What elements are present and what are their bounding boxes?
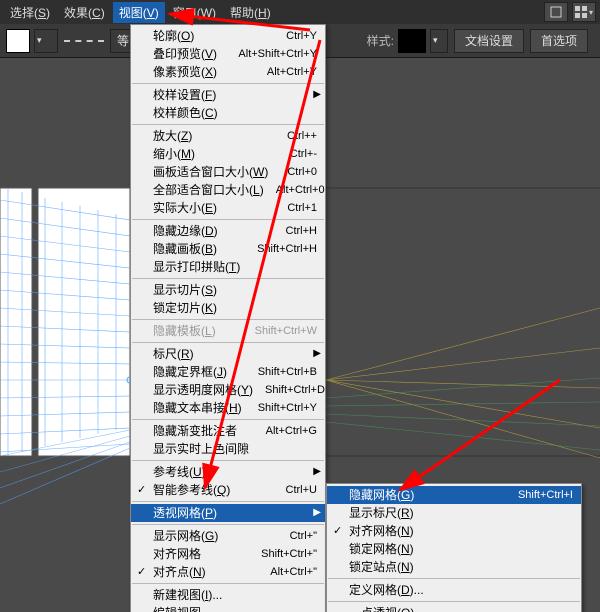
menu-item[interactable]: 隐藏边缘(D)Ctrl+H [131, 222, 325, 240]
menu-select[interactable]: 选择(S) [4, 2, 56, 23]
menu-item[interactable]: 叠印预览(V)Alt+Shift+Ctrl+Y [131, 45, 325, 63]
submenu-item[interactable]: 隐藏网格(G)Shift+Ctrl+I [327, 486, 581, 504]
submenu-item[interactable]: 锁定站点(N) [327, 558, 581, 576]
stroke-dash-preview [64, 40, 104, 42]
menu-item[interactable]: 隐藏文本串接(H)Shift+Ctrl+Y [131, 399, 325, 417]
menubar-icon-grid[interactable]: ▾ [572, 2, 596, 22]
menubar: 选择(S)效果(C)视图(V)窗口(W)帮助(H) ▾ [0, 0, 600, 24]
menu-item[interactable]: 锁定切片(K) [131, 299, 325, 317]
menu-item[interactable]: 新建视图(I)... [131, 586, 325, 604]
menu-item[interactable]: 实际大小(E)Ctrl+1 [131, 199, 325, 217]
menu-item[interactable]: 对齐网格Shift+Ctrl+" [131, 545, 325, 563]
submenu-item[interactable]: ✓对齐网格(N) [327, 522, 581, 540]
perspective-grid-submenu: 隐藏网格(G)Shift+Ctrl+I显示标尺(R)✓对齐网格(N)锁定网格(N… [326, 483, 582, 612]
style-swatch[interactable] [398, 29, 426, 53]
menu-item[interactable]: 标尺(R)▶ [131, 345, 325, 363]
style-dropdown[interactable]: ▾ [430, 29, 448, 53]
menu-item[interactable]: 显示实时上色间隙 [131, 440, 325, 458]
menu-item[interactable]: 轮廓(O)Ctrl+Y [131, 27, 325, 45]
menu-item[interactable]: 显示打印拼贴(T) [131, 258, 325, 276]
menu-item: 隐藏模板(L)Shift+Ctrl+W [131, 322, 325, 340]
submenu-item[interactable]: 定义网格(D)... [327, 581, 581, 599]
menu-item[interactable]: 透视网格(P)▶ [131, 504, 325, 522]
submenu-item[interactable]: 一点透视(O) [327, 604, 581, 612]
menu-item[interactable]: 隐藏画板(B)Shift+Ctrl+H [131, 240, 325, 258]
menu-item[interactable]: 校样颜色(C) [131, 104, 325, 122]
menu-item[interactable]: 显示切片(S) [131, 281, 325, 299]
menu-item[interactable]: 缩小(M)Ctrl+- [131, 145, 325, 163]
menu-item[interactable]: ✓对齐点(N)Alt+Ctrl+" [131, 563, 325, 581]
document-setup-button[interactable]: 文档设置 [454, 29, 524, 53]
menu-effect[interactable]: 效果(C) [58, 2, 111, 23]
menu-item[interactable]: 放大(Z)Ctrl++ [131, 127, 325, 145]
menu-item[interactable]: 参考线(U)▶ [131, 463, 325, 481]
menu-item[interactable]: 隐藏定界框(J)Shift+Ctrl+B [131, 363, 325, 381]
fill-swatch[interactable] [6, 29, 30, 53]
menu-window[interactable]: 窗口(W) [167, 2, 222, 23]
menu-item[interactable]: 像素预览(X)Alt+Ctrl+Y [131, 63, 325, 81]
view-menu: 轮廓(O)Ctrl+Y叠印预览(V)Alt+Shift+Ctrl+Y像素预览(X… [130, 24, 326, 612]
menu-item[interactable]: ✓智能参考线(Q)Ctrl+U [131, 481, 325, 499]
preferences-button[interactable]: 首选项 [530, 29, 588, 53]
menubar-icon-file[interactable] [544, 2, 568, 22]
stroke-weight-dropdown[interactable]: ▾ [34, 29, 58, 53]
menu-view[interactable]: 视图(V) [113, 2, 165, 23]
menu-item[interactable]: 全部适合窗口大小(L)Alt+Ctrl+0 [131, 181, 325, 199]
menu-item[interactable]: 隐藏渐变批注者Alt+Ctrl+G [131, 422, 325, 440]
menu-item[interactable]: 校样设置(F)▶ [131, 86, 325, 104]
menu-item[interactable]: 显示透明度网格(Y)Shift+Ctrl+D [131, 381, 325, 399]
menu-item[interactable]: 编辑视图... [131, 604, 325, 612]
submenu-item[interactable]: 锁定网格(N) [327, 540, 581, 558]
style-label: 样式: [367, 32, 394, 49]
menu-item[interactable]: 显示网格(G)Ctrl+" [131, 527, 325, 545]
submenu-item[interactable]: 显示标尺(R) [327, 504, 581, 522]
menu-help[interactable]: 帮助(H) [224, 2, 277, 23]
menu-item[interactable]: 画板适合窗口大小(W)Ctrl+0 [131, 163, 325, 181]
